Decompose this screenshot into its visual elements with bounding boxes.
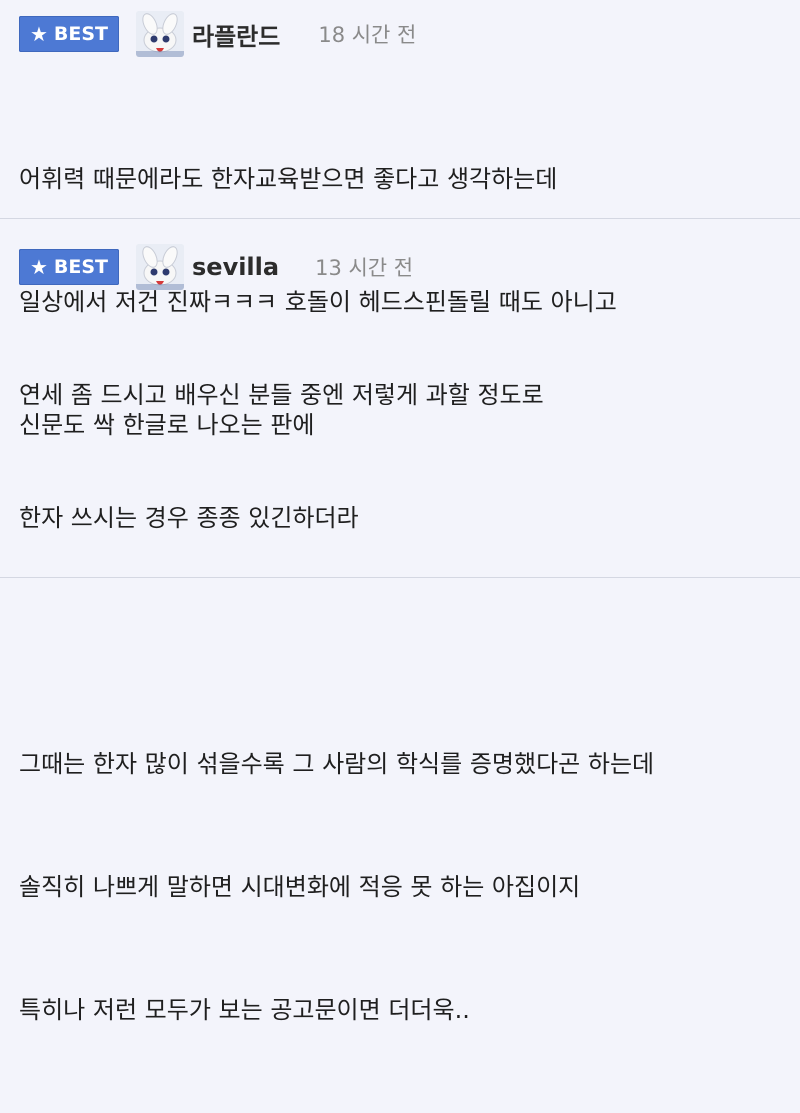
comment-line: 어휘력 때문에라도 한자교육받으면 좋다고 생각하는데 [19, 165, 558, 193]
best-badge: ★ BEST [19, 249, 119, 285]
author-name[interactable]: 라플란드 [192, 17, 280, 52]
comment-header: ★ BEST sevilla 13 시간 전 [19, 244, 413, 290]
avatar[interactable] [136, 11, 184, 57]
comment-timestamp: 13 시간 전 [315, 256, 414, 280]
comment-body: 연세 좀 드시고 배우신 분들 중엔 저렇게 과할 정도로 한자 쓰시는 경우 … [19, 293, 654, 1113]
comment-line: 솔직히 나쁘게 말하면 시대변화에 적응 못 하는 아집이지 [19, 873, 581, 901]
star-icon: ★ [29, 22, 48, 46]
best-badge-label: BEST [53, 256, 109, 278]
comment-line: 그때는 한자 많이 섞을수록 그 사람의 학식를 증명했다곤 하는데 [19, 750, 655, 778]
comment-line: 한자 쓰시는 경우 종종 있긴하더라 [19, 504, 359, 532]
star-icon: ★ [29, 255, 48, 279]
best-badge: ★ BEST [19, 16, 119, 52]
avatar[interactable] [136, 244, 184, 290]
best-badge-label: BEST [53, 23, 109, 45]
divider [0, 577, 800, 578]
comment-header: ★ BEST 라플란드 18 시간 전 [19, 11, 416, 57]
comment-2: ★ BEST sevilla 13 시간 전 연세 좀 드시고 배우신 분들 중… [0, 219, 800, 1024]
author-name[interactable]: sevilla [192, 253, 279, 281]
comment-timestamp: 18 시간 전 [318, 23, 417, 47]
comment-line: ​ [19, 621, 654, 662]
comment-1: ★ BEST 라플란드 18 시간 전 어휘력 때문에라도 한자교육받으면 좋다… [0, 0, 800, 439]
comment-line: 특히나 저런 모두가 보는 공고문이면 더더욱.. [19, 996, 470, 1024]
comment-line: 연세 좀 드시고 배우신 분들 중엔 저렇게 과할 정도로 [19, 381, 544, 409]
